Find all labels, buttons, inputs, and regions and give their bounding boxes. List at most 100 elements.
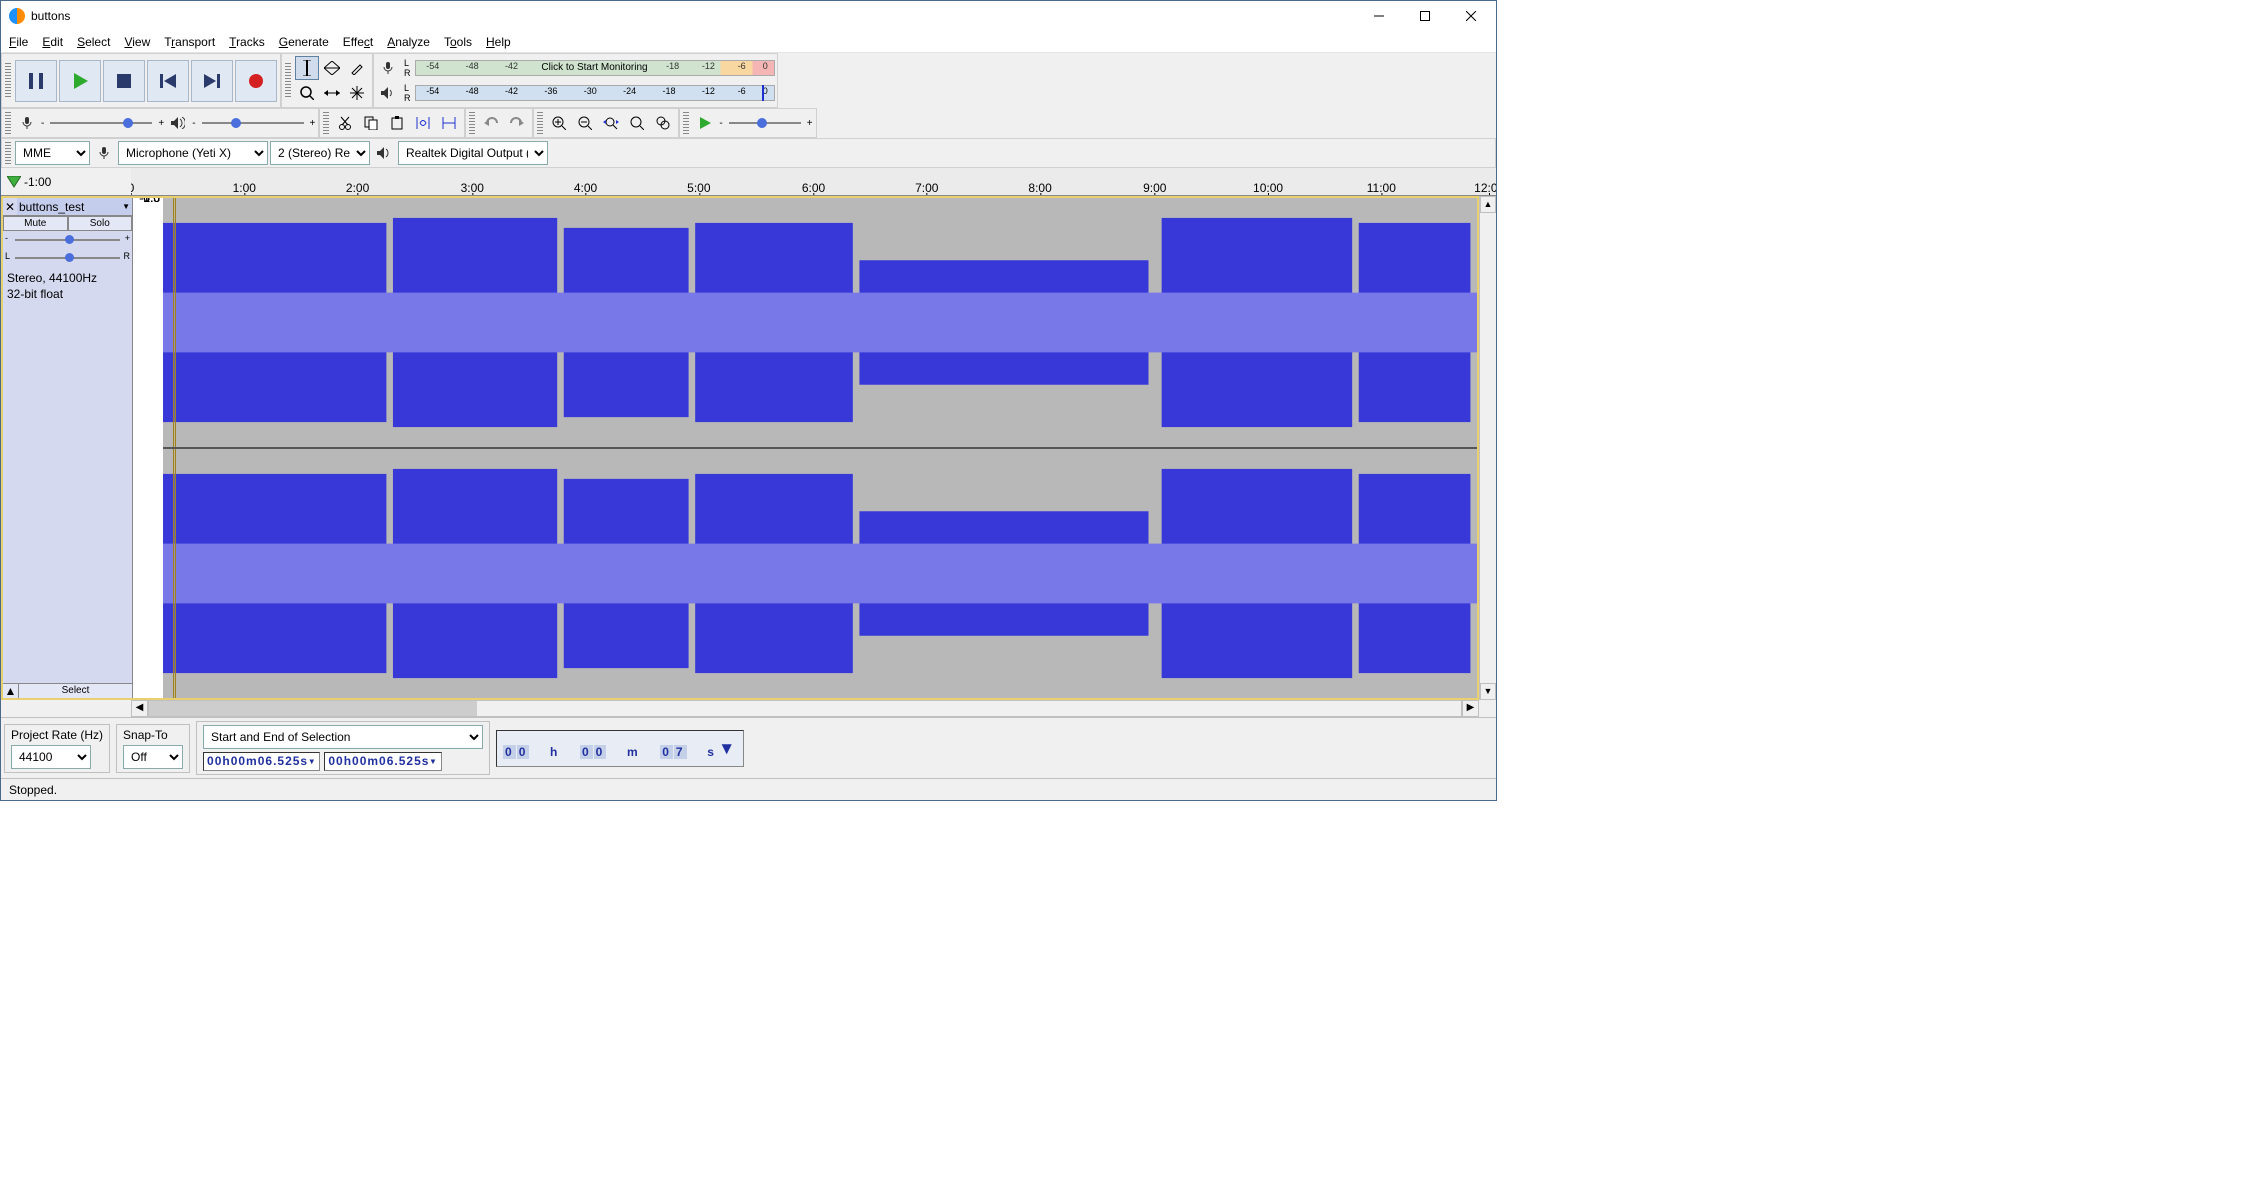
- redo-button[interactable]: [505, 111, 529, 135]
- copy-button[interactable]: [359, 111, 383, 135]
- menu-edit[interactable]: Edit: [42, 35, 63, 49]
- selection-toolbar: Project Rate (Hz) 44100 Snap-To Off Star…: [1, 717, 1496, 778]
- record-meter[interactable]: -54 -48 -42 -18 -12 -6 0 Click to Start …: [415, 60, 775, 76]
- grip-icon[interactable]: [285, 63, 291, 99]
- zoom-in-button[interactable]: [547, 111, 571, 135]
- project-rate-select[interactable]: 44100: [11, 745, 91, 769]
- status-text: Stopped.: [9, 783, 57, 797]
- silence-button[interactable]: [437, 111, 461, 135]
- undo-toolbar: [465, 108, 533, 138]
- horizontal-scrollbar[interactable]: ◀ ▶: [1, 700, 1496, 717]
- selection-cursor: [173, 198, 176, 447]
- pause-button[interactable]: [15, 60, 57, 102]
- mic-icon: [15, 111, 39, 135]
- transport-toolbar: [1, 53, 281, 108]
- timeline-options[interactable]: -1:00: [1, 168, 131, 195]
- cut-button[interactable]: [333, 111, 357, 135]
- record-volume-slider[interactable]: [46, 115, 156, 131]
- menu-analyze[interactable]: Analyze: [387, 35, 430, 49]
- snap-to-select[interactable]: Off: [123, 745, 183, 769]
- play-button[interactable]: [59, 60, 101, 102]
- solo-button[interactable]: Solo: [68, 216, 133, 231]
- playback-device-select[interactable]: Realtek Digital Output (Real: [398, 141, 548, 165]
- speaker-meter-icon[interactable]: [376, 81, 400, 105]
- vertical-scrollbar[interactable]: ▲▼: [1479, 196, 1496, 700]
- statusbar: Stopped.: [1, 778, 1496, 800]
- record-channels-select[interactable]: 2 (Stereo) Recor‹: [270, 141, 370, 165]
- selection-tool-button[interactable]: [295, 56, 319, 80]
- stop-button[interactable]: [103, 60, 145, 102]
- zoom-tool-button[interactable]: [295, 81, 319, 105]
- timeshift-tool-button[interactable]: [320, 81, 344, 105]
- device-toolbar: MME Microphone (Yeti X) 2 (Stereo) Recor…: [1, 138, 1496, 168]
- zoom-toolbar: [533, 108, 679, 138]
- menu-generate[interactable]: Generate: [279, 35, 329, 49]
- mic-meter-icon[interactable]: [376, 56, 400, 80]
- window-title: buttons: [31, 9, 1356, 23]
- selection-cursor: [173, 449, 176, 698]
- record-device-select[interactable]: Microphone (Yeti X): [118, 141, 268, 165]
- grip-icon[interactable]: [469, 112, 475, 134]
- playback-volume-slider[interactable]: [198, 115, 308, 131]
- fit-project-button[interactable]: [625, 111, 649, 135]
- time-display[interactable]: 00 h 00 m 07 s▾: [496, 730, 744, 767]
- waveform-left[interactable]: [163, 198, 1477, 447]
- mute-button[interactable]: Mute: [3, 216, 68, 231]
- playback-meter[interactable]: -54 -48 -42 -36 -30 -24 -18 -12 -6 0: [415, 85, 775, 101]
- minimize-button[interactable]: [1356, 1, 1402, 31]
- grip-icon[interactable]: [5, 63, 11, 99]
- menu-transport[interactable]: Transport: [164, 35, 215, 49]
- timeline-ruler[interactable]: -1:00 0 1:00 2:00 3:00 4:00 5:00 6:00 7:…: [1, 168, 1496, 196]
- play-speed-button[interactable]: [693, 111, 717, 135]
- audio-host-select[interactable]: MME: [15, 141, 90, 165]
- grip-icon[interactable]: [5, 142, 11, 164]
- track-select-button[interactable]: Select: [19, 684, 132, 698]
- trim-button[interactable]: [411, 111, 435, 135]
- grip-icon[interactable]: [537, 112, 543, 134]
- pan-slider[interactable]: L R: [3, 249, 132, 267]
- multi-tool-button[interactable]: [345, 81, 369, 105]
- track-name-dropdown[interactable]: buttons_test: [17, 198, 132, 215]
- grip-icon[interactable]: [683, 112, 689, 134]
- collapse-button[interactable]: ▲: [3, 684, 19, 698]
- mixer-toolbar: - + - +: [1, 108, 319, 138]
- menubar: File Edit Select View Transport Tracks G…: [1, 31, 1496, 53]
- fit-selection-button[interactable]: [599, 111, 623, 135]
- record-button[interactable]: [235, 60, 277, 102]
- menu-effect[interactable]: Effect: [343, 35, 373, 49]
- selection-mode-select[interactable]: Start and End of Selection: [203, 725, 483, 749]
- play-speed-slider[interactable]: [725, 115, 805, 131]
- waveform-display[interactable]: [163, 198, 1477, 698]
- zoom-out-button[interactable]: [573, 111, 597, 135]
- track-control-panel[interactable]: ✕ buttons_test Mute Solo - + L R Stereo,…: [3, 198, 133, 698]
- maximize-button[interactable]: [1402, 1, 1448, 31]
- meter-prompt: Click to Start Monitoring: [541, 62, 647, 73]
- paste-button[interactable]: [385, 111, 409, 135]
- menu-help[interactable]: Help: [486, 35, 511, 49]
- project-rate-label: Project Rate (Hz): [11, 728, 103, 742]
- skip-start-button[interactable]: [147, 60, 189, 102]
- selection-end-field[interactable]: 00h00m06.525s▾: [324, 752, 441, 771]
- menu-view[interactable]: View: [124, 35, 150, 49]
- menu-file[interactable]: File: [9, 35, 28, 49]
- draw-tool-button[interactable]: [345, 56, 369, 80]
- track-close-button[interactable]: ✕: [3, 200, 17, 214]
- track-area: ✕ buttons_test Mute Solo - + L R Stereo,…: [1, 196, 1479, 700]
- waveform-right[interactable]: [163, 447, 1477, 698]
- edit-toolbar: [319, 108, 465, 138]
- menu-tracks[interactable]: Tracks: [229, 35, 265, 49]
- menu-select[interactable]: Select: [77, 35, 110, 49]
- snap-to-label: Snap-To: [123, 728, 183, 742]
- gain-slider[interactable]: - +: [3, 231, 132, 249]
- envelope-tool-button[interactable]: [320, 56, 344, 80]
- zoom-toggle-button[interactable]: [651, 111, 675, 135]
- titlebar: buttons: [1, 1, 1496, 31]
- undo-button[interactable]: [479, 111, 503, 135]
- skip-end-button[interactable]: [191, 60, 233, 102]
- close-button[interactable]: [1448, 1, 1494, 31]
- grip-icon[interactable]: [323, 112, 329, 134]
- menu-tools[interactable]: Tools: [444, 35, 472, 49]
- grip-icon[interactable]: [5, 112, 11, 134]
- track-info: Stereo, 44100Hz 32-bit float: [3, 267, 132, 306]
- selection-start-field[interactable]: 00h00m06.525s▾: [203, 752, 320, 771]
